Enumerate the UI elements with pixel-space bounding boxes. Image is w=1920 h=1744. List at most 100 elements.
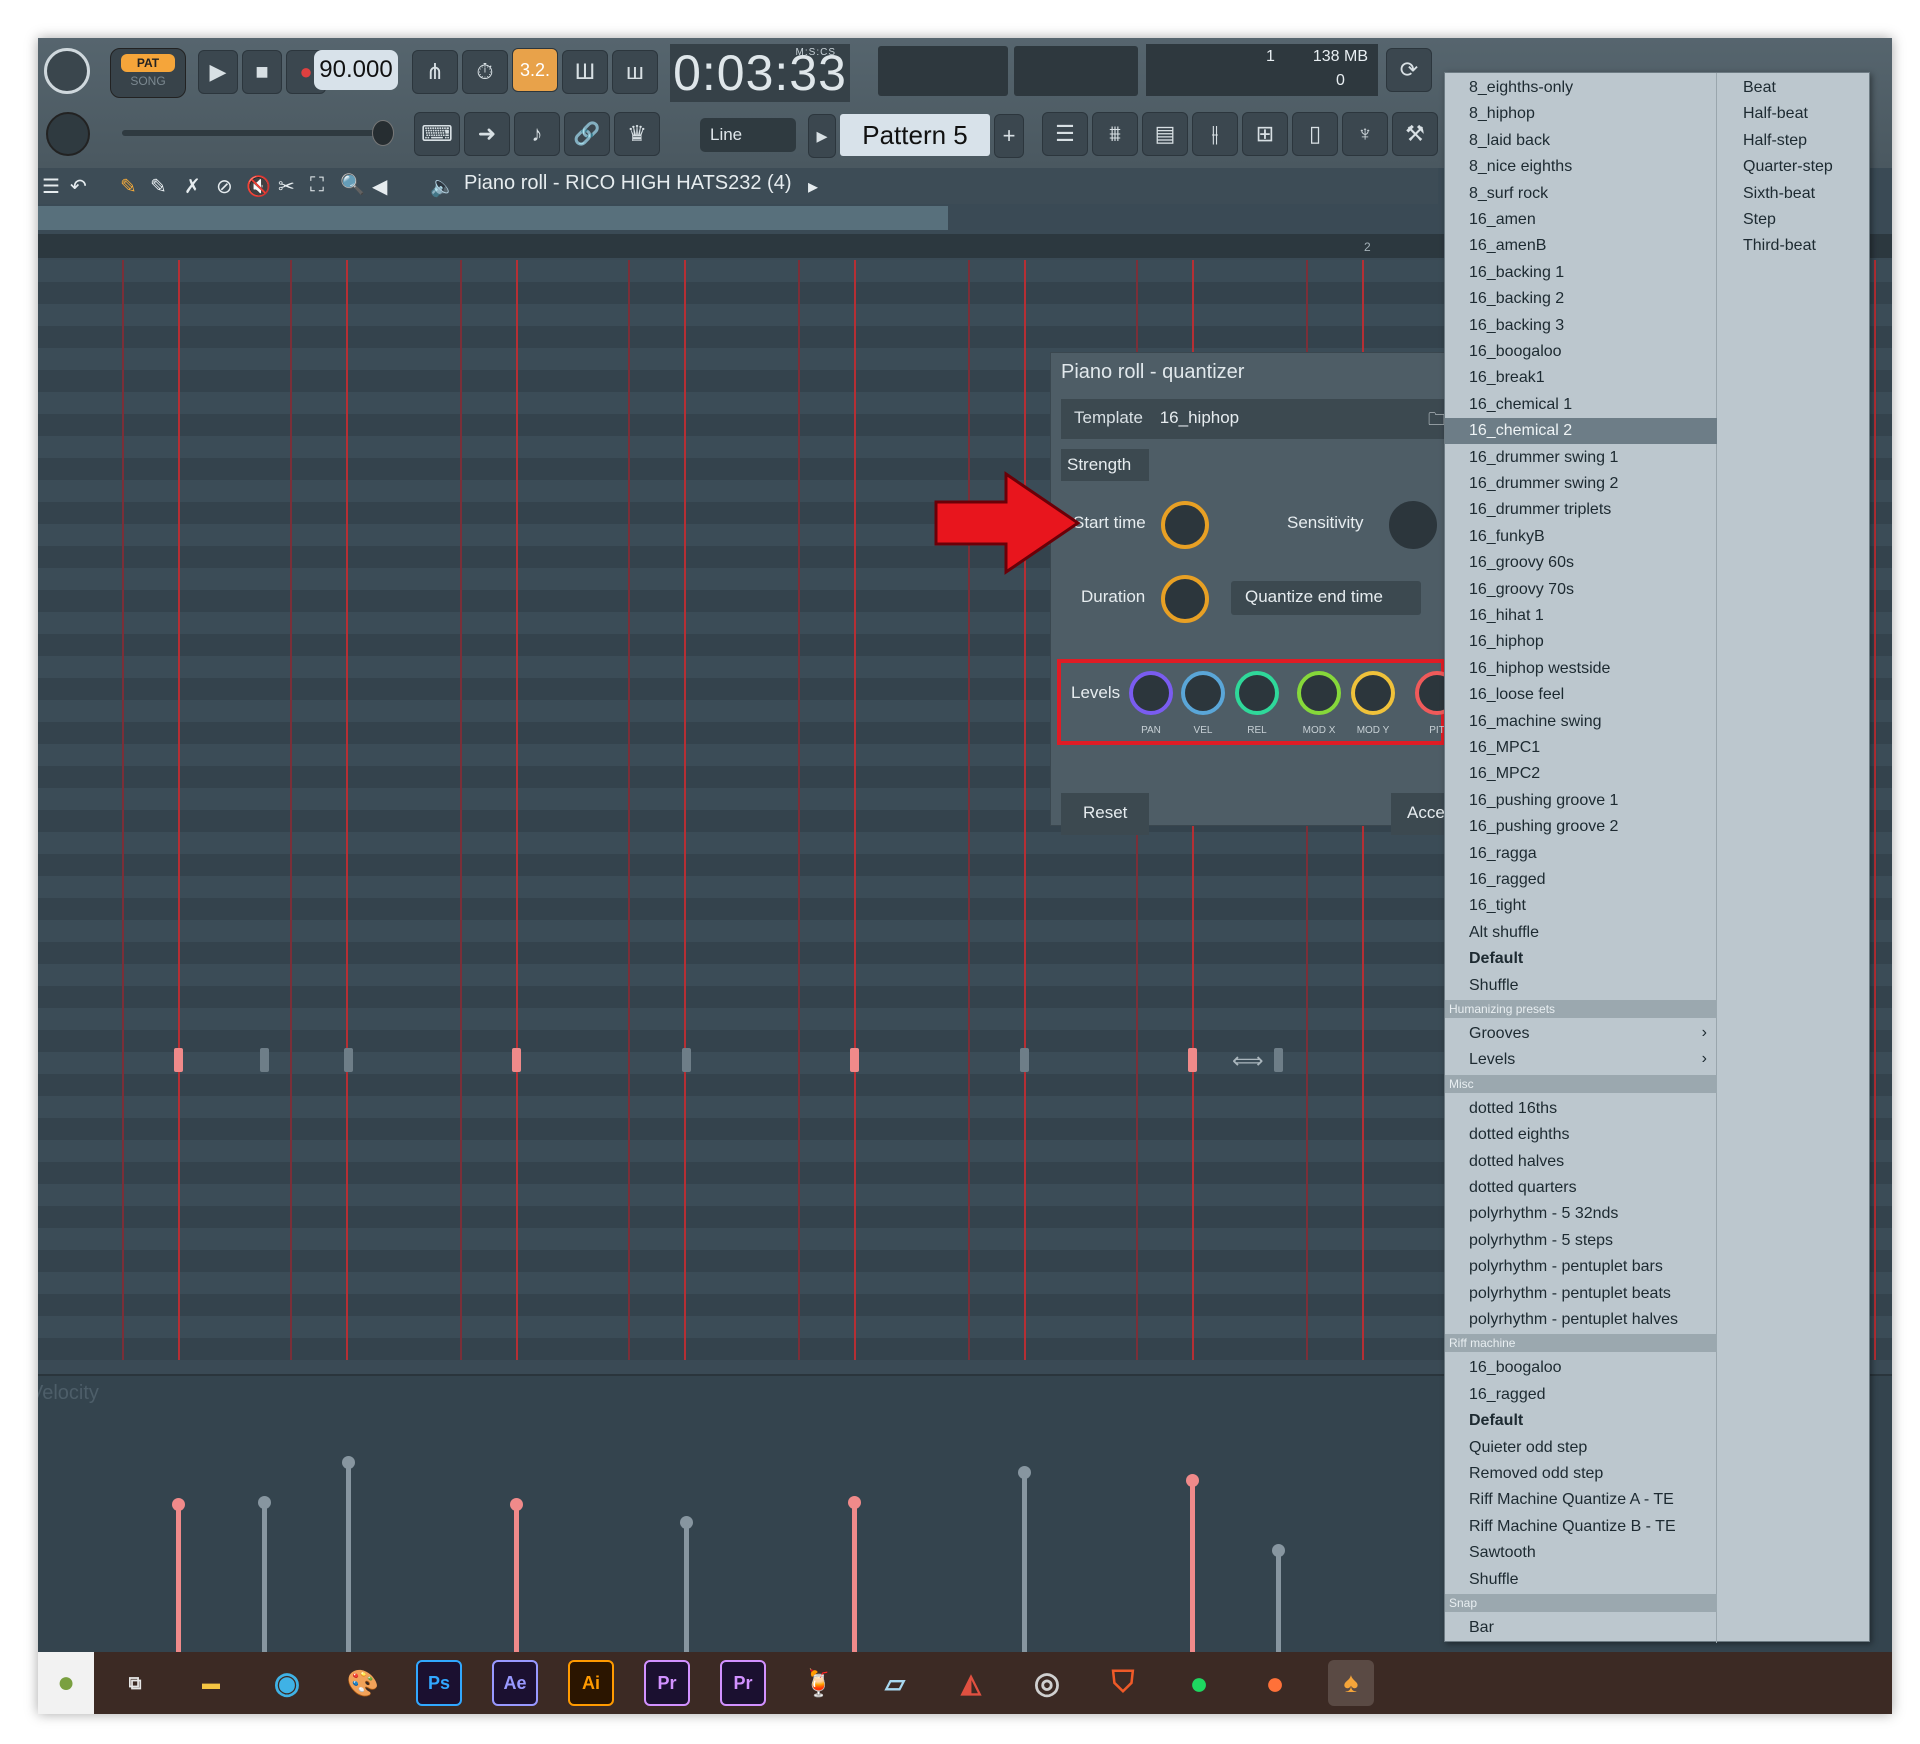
pencil-icon[interactable]: ✎ [120, 174, 137, 199]
master-volume-knob[interactable] [44, 48, 90, 94]
menu-item[interactable]: 16_break1 [1445, 365, 1717, 391]
menu-item[interactable]: dotted eighths [1445, 1122, 1717, 1148]
menu-item[interactable]: 16_amenB [1445, 233, 1717, 259]
menu-item[interactable]: Sawtooth [1445, 1540, 1717, 1566]
menu-item[interactable]: 16_ragga [1445, 841, 1717, 867]
menu-item[interactable]: Shuffle [1445, 1567, 1717, 1593]
menu-item[interactable]: 16_pushing groove 2 [1445, 814, 1717, 840]
mod-y-knob[interactable] [1351, 671, 1395, 715]
velocity-handle[interactable] [510, 1498, 523, 1511]
velocity-handle[interactable] [342, 1456, 355, 1469]
menu-item[interactable]: Quieter odd step [1445, 1435, 1717, 1461]
edge-icon[interactable]: ◉ [264, 1660, 310, 1706]
undo-icon[interactable]: ↶ [70, 174, 87, 199]
snap-menu-item[interactable]: Step [1717, 207, 1869, 233]
menu-item[interactable]: 16_drummer triplets [1445, 497, 1717, 523]
fl-studio-icon[interactable]: ♠ [1328, 1660, 1374, 1706]
menu-item[interactable]: 8_laid back [1445, 128, 1717, 154]
menu-item[interactable]: Bar [1445, 1615, 1717, 1641]
pan-knob[interactable] [1129, 671, 1173, 715]
menu-item[interactable]: 16_hiphop westside [1445, 656, 1717, 682]
quantize-end-time-toggle[interactable]: Quantize end time [1231, 581, 1421, 615]
menu-item[interactable]: Removed odd step [1445, 1461, 1717, 1487]
menu-item[interactable]: 8_hiphop [1445, 101, 1717, 127]
project-icon[interactable]: ▯ [1292, 112, 1338, 156]
velocity-handle[interactable] [1186, 1474, 1199, 1487]
menu-item[interactable]: polyrhythm - 5 steps [1445, 1228, 1717, 1254]
undo-history-icon[interactable]: ⟳ [1386, 48, 1432, 92]
menu-item[interactable]: dotted 16ths [1445, 1096, 1717, 1122]
duration-knob[interactable] [1161, 575, 1209, 623]
snap-menu-item[interactable]: Half-step [1717, 128, 1869, 154]
paint-icon[interactable]: 🎨 [340, 1660, 386, 1706]
menu-item[interactable]: Riff Machine Quantize A - TE [1445, 1487, 1717, 1513]
vel-knob[interactable] [1181, 671, 1225, 715]
file-explorer-icon[interactable]: ▬ [188, 1660, 234, 1706]
song-position-display[interactable]: M:S:CS 0:03:33 [670, 44, 850, 102]
menu-item[interactable]: 16_tight [1445, 893, 1717, 919]
menu-icon[interactable]: ☰ [42, 174, 60, 199]
browser-icon[interactable]: ⊞ [1242, 112, 1288, 156]
menu-item[interactable]: 16_hiphop [1445, 629, 1717, 655]
menu-item[interactable]: 16_hihat 1 [1445, 603, 1717, 629]
note[interactable] [344, 1048, 353, 1072]
snap-menu-item[interactable]: Beat [1717, 75, 1869, 101]
menu-item[interactable]: 16_backing 2 [1445, 286, 1717, 312]
speaker-mute-icon[interactable]: 🔇 [246, 174, 271, 199]
menu-item[interactable]: 16_pushing groove 1 [1445, 788, 1717, 814]
master-slider-handle[interactable] [372, 120, 394, 146]
mod-x-knob[interactable] [1297, 671, 1341, 715]
playlist-icon[interactable]: ☰ [1042, 112, 1088, 156]
select-icon[interactable]: ⛶ [310, 174, 324, 197]
pattern-prev-icon[interactable]: ▸ [808, 114, 836, 158]
snap-menu-item[interactable]: Quarter-step [1717, 154, 1869, 180]
horizontal-scrollbar[interactable] [38, 206, 948, 230]
menu-item[interactable]: 16_drummer swing 1 [1445, 445, 1717, 471]
menu-item[interactable]: 16_backing 1 [1445, 260, 1717, 286]
plugin-icon[interactable]: ♆ [1342, 112, 1388, 156]
menu-item[interactable]: 8_surf rock [1445, 181, 1717, 207]
menu-item[interactable]: polyrhythm - 5 32nds [1445, 1201, 1717, 1227]
snap-menu-item[interactable]: Third-beat [1717, 233, 1869, 259]
menu-item[interactable]: 16_groovy 60s [1445, 550, 1717, 576]
menu-item[interactable]: 16_amen [1445, 207, 1717, 233]
menu-item[interactable]: Riff Machine Quantize B - TE [1445, 1514, 1717, 1540]
menu-item[interactable]: 16_chemical 1 [1445, 392, 1717, 418]
menu-item[interactable]: 16_machine swing [1445, 709, 1717, 735]
menu-item[interactable]: Default [1445, 1408, 1717, 1434]
note[interactable] [260, 1048, 269, 1072]
loop-record-icon[interactable]: ш [612, 50, 658, 94]
menu-item[interactable]: 16_MPC2 [1445, 761, 1717, 787]
avocado-icon[interactable]: ● [38, 1652, 94, 1714]
menu-item[interactable]: Shuffle [1445, 973, 1717, 999]
wait-for-input-icon[interactable]: ⏱ [462, 50, 508, 94]
snap-menu-item[interactable]: Sixth-beat [1717, 181, 1869, 207]
arrow-right-icon[interactable]: ➜ [464, 112, 510, 156]
brush-icon[interactable]: ✎ [150, 174, 167, 199]
note[interactable] [682, 1048, 691, 1072]
delete-tool-icon[interactable]: ✗ [184, 174, 201, 199]
illustrator-icon[interactable]: Ai [568, 1660, 614, 1706]
mixer-icon[interactable]: ⫲ [1192, 112, 1238, 156]
premiere-rush-icon[interactable]: Pr [720, 1660, 766, 1706]
tools-icon[interactable]: ⚒ [1392, 112, 1438, 156]
menu-item[interactable]: 8_nice eighths [1445, 154, 1717, 180]
firefox-icon[interactable]: ● [1252, 1660, 1298, 1706]
template-value[interactable]: 16_hiphop [1160, 408, 1239, 427]
tempo-display[interactable]: 90.000 [314, 50, 398, 90]
note[interactable] [512, 1048, 521, 1072]
menu-item[interactable]: 16_MPC1 [1445, 735, 1717, 761]
premiere-pro-icon[interactable]: Pr [644, 1660, 690, 1706]
task-view-icon[interactable]: ⧉ [112, 1660, 158, 1706]
pattern-select[interactable]: Pattern 5 [840, 114, 990, 156]
piano-icon[interactable]: ⌨ [414, 112, 460, 156]
menu-item[interactable]: 16_boogaloo [1445, 339, 1717, 365]
pat-label[interactable]: PAT [121, 54, 175, 72]
menu-item[interactable]: 16_ragged [1445, 1382, 1717, 1408]
resize-arrows-icon[interactable]: ⟺ [1232, 1048, 1264, 1074]
add-pattern-icon[interactable]: + [994, 114, 1024, 158]
menu-item[interactable]: 16_ragged [1445, 867, 1717, 893]
submenu-item[interactable]: Grooves › [1445, 1021, 1717, 1047]
zoom-icon[interactable]: 🔍 [340, 172, 365, 197]
velocity-handle[interactable] [172, 1498, 185, 1511]
